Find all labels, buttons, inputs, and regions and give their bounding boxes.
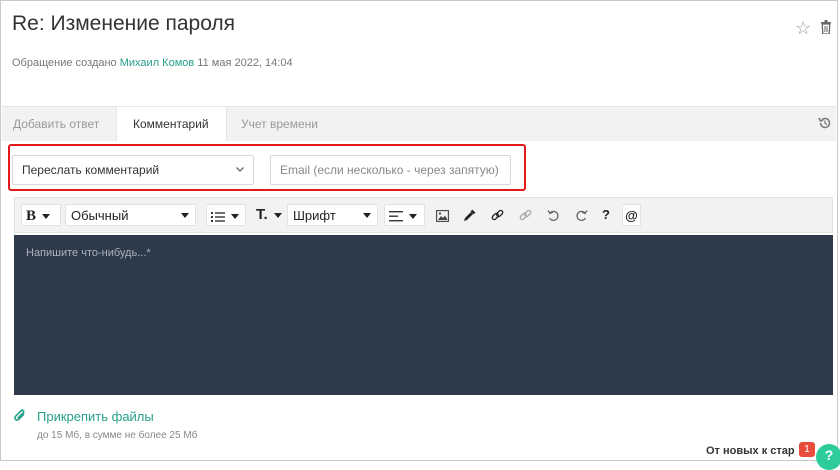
unlink-button[interactable] <box>519 204 532 226</box>
ticket-meta: Обращение создано Михаил Комов 11 мая 20… <box>12 57 293 69</box>
font-select[interactable]: Шрифт <box>287 204 378 226</box>
created-date: 11 мая 2022, 14:04 <box>197 57 293 69</box>
chevron-down-icon <box>236 167 244 172</box>
caret-down-icon <box>273 212 282 218</box>
bold-label: B <box>26 208 37 224</box>
tab-time-tracking[interactable]: Учет времени <box>241 107 318 141</box>
attach-limits: до 15 Мб, в сумме не более 25 Мб <box>37 430 198 441</box>
caret-down-icon <box>42 214 51 220</box>
tab-comment[interactable]: Комментарий <box>116 107 227 141</box>
page-title: Re: Изменение пароля <box>12 12 236 35</box>
bold-button[interactable]: B <box>21 204 61 226</box>
redo-icon <box>576 210 588 222</box>
redo-button[interactable] <box>575 204 588 226</box>
history-icon[interactable] <box>818 116 832 130</box>
attach-files-link[interactable]: Прикрепить файлы <box>37 409 154 424</box>
forward-select-value: Переслать комментарий <box>22 163 160 177</box>
eyedropper-icon <box>464 209 476 222</box>
font-select-value: Шрифт <box>293 208 336 223</box>
star-icon[interactable]: ☆ <box>795 18 811 39</box>
list-button[interactable] <box>206 204 246 226</box>
help-chat-button[interactable]: ? <box>816 444 840 470</box>
editor-toolbar: B Обычный T. Шрифт ? @ <box>14 197 833 233</box>
font-size-label: T. <box>256 206 268 223</box>
forward-select[interactable]: Переслать комментарий <box>12 155 254 185</box>
link-icon <box>491 209 504 221</box>
author-link[interactable]: Михаил Комов <box>120 57 194 69</box>
caret-down-icon <box>409 214 417 220</box>
email-field[interactable] <box>270 155 511 185</box>
tab-add-reply[interactable]: Добавить ответ <box>13 107 99 141</box>
created-prefix: Обращение создано <box>12 57 117 69</box>
paperclip-icon[interactable] <box>13 408 27 424</box>
paragraph-style-select[interactable]: Обычный <box>65 204 196 226</box>
eyedropper-button[interactable] <box>463 204 476 226</box>
list-icon <box>211 211 225 222</box>
image-button[interactable] <box>436 204 449 226</box>
caret-down-icon <box>363 213 371 218</box>
editor-placeholder: Напишите что-нибудь...* <box>26 247 151 259</box>
undo-icon <box>547 210 559 222</box>
comment-editor[interactable]: Напишите что-нибудь...* <box>14 235 833 395</box>
trash-icon[interactable] <box>821 20 831 34</box>
paragraph-style-value: Обычный <box>71 208 129 223</box>
undo-button[interactable] <box>547 204 560 226</box>
mention-button[interactable]: @ <box>622 204 641 226</box>
help-button[interactable]: ? <box>602 204 610 226</box>
image-icon <box>436 209 449 222</box>
sort-order[interactable]: От новых к стар <box>706 445 795 457</box>
unlink-icon <box>519 209 532 221</box>
link-button[interactable] <box>491 204 504 226</box>
align-left-icon <box>389 211 403 222</box>
tabs-bar: Добавить ответ Комментарий Учет времени <box>2 106 836 141</box>
notification-badge: 1 <box>799 442 815 457</box>
font-size-button[interactable]: T. <box>256 204 282 226</box>
align-button[interactable] <box>384 204 425 226</box>
caret-down-icon <box>231 214 239 220</box>
caret-down-icon <box>181 213 189 218</box>
